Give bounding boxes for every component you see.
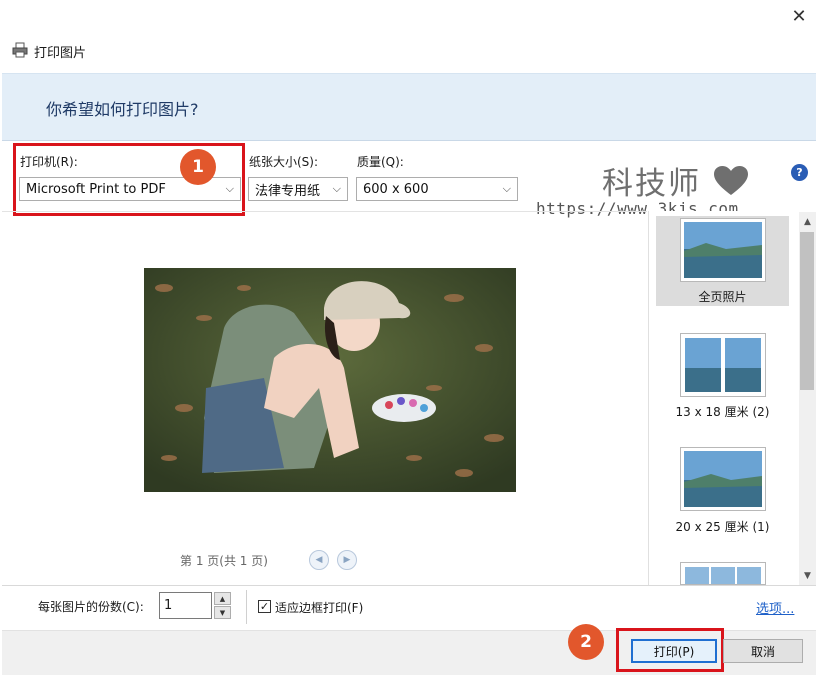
options-link[interactable]: 选项... [756,598,794,617]
layout-label: 20 x 25 厘米 (1) [675,520,770,534]
step-badge-1: 1 [180,149,216,185]
cancel-button[interactable]: 取消 [723,639,803,663]
next-page-button[interactable]: ▶ [337,550,357,570]
paper-label: 纸张大小(S): [249,155,319,169]
scroll-up-button[interactable]: ▲ [799,214,816,230]
chevron-down-icon: ▼ [219,608,226,617]
watermark-text: 科技师 [602,158,749,203]
chevron-right-icon: ▶ [343,555,351,565]
fit-frame-label: 适应边框打印(F) [275,601,364,615]
fit-frame-checkbox[interactable]: ✓ [258,600,271,613]
options-divider [2,211,647,212]
check-icon: ✓ [259,600,270,613]
paper-value: 法律专用纸 [255,183,321,199]
copies-increment-button[interactable]: ▲ [214,592,231,605]
chevron-down-icon: ▼ [804,571,811,581]
layout-label: 全页照片 [698,290,747,304]
layout-thumbnail-13x18[interactable] [680,333,766,397]
copies-input[interactable]: 1 [159,592,212,619]
bottom-vertical-divider [246,590,247,624]
quality-label: 质量(Q): [357,155,404,169]
step-badge-2: 2 [568,624,604,660]
chevron-down-icon: ⌵ [332,182,341,195]
heart-icon [713,166,748,195]
layout-thumbnail-20x25[interactable] [680,447,766,511]
page-indicator: 第 1 页(共 1 页) [180,554,268,568]
quality-select[interactable]: 600 x 600 ⌵ [356,177,518,201]
scroll-thumb[interactable] [800,232,814,390]
chevron-down-icon: ⌵ [502,182,511,195]
prev-page-button[interactable]: ◀ [309,550,329,570]
copies-label: 每张图片的份数(C): [38,600,144,614]
printer-icon [12,42,28,58]
layout-label: 13 x 18 厘米 (2) [675,405,770,419]
window-title: 打印图片 [34,46,87,61]
layout-thumbnail-full-page[interactable] [680,218,766,282]
paper-select[interactable]: 法律专用纸 ⌵ [248,177,348,201]
chevron-left-icon: ◀ [315,555,323,565]
close-icon: ✕ [791,5,807,27]
print-highlight-box [616,628,724,672]
preview-image [144,268,516,492]
close-button[interactable]: ✕ [786,4,812,28]
banner-question: 你希望如何打印图片? [46,100,199,119]
chevron-up-icon: ▲ [219,594,226,603]
copies-decrement-button[interactable]: ▼ [214,606,231,619]
layout-thumbnail-partial[interactable] [680,562,766,585]
chevron-up-icon: ▲ [804,217,811,227]
help-icon[interactable]: ? [791,164,808,181]
quality-value: 600 x 600 [363,181,429,197]
scroll-down-button[interactable]: ▼ [799,568,816,584]
